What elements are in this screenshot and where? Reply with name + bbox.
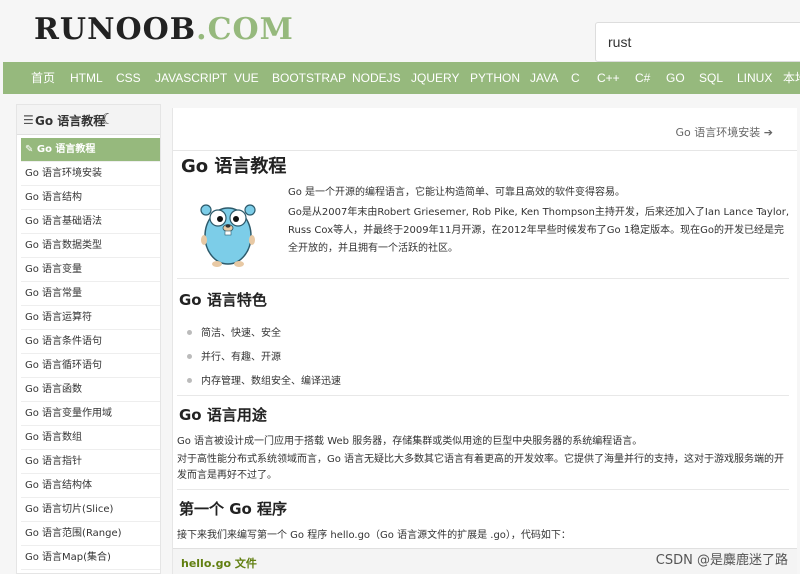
bullet-icon: [187, 329, 192, 335]
feature-text: 并行、有趣、开源: [201, 352, 281, 363]
prev-page-label: Go 语言环境安装: [675, 126, 761, 139]
nav-item-home[interactable]: 首页: [31, 62, 55, 94]
sidebar: ☰ Go 语言教程 ☾ ✎ Go 语言教程 Go 语言环境安装 Go 语言结构 …: [16, 104, 161, 574]
sidebar-item[interactable]: Go 语言切片(Slice): [21, 498, 160, 522]
nav-item-sql[interactable]: SQL: [699, 62, 723, 94]
sidebar-item[interactable]: Go 语言函数: [21, 378, 160, 402]
sidebar-item[interactable]: Go 语言数据类型: [21, 234, 160, 258]
divider: [177, 278, 789, 279]
sidebar-title: Go 语言教程: [35, 114, 106, 128]
nav-item-java[interactable]: JAVA: [530, 62, 558, 94]
first-program-paragraph: 接下来我们来编写第一个 Go 程序 hello.go（Go 语言源文件的扩展是 …: [177, 530, 571, 541]
feature-item: 内存管理、数组安全、编译迅速: [187, 372, 341, 387]
bullet-icon: [187, 353, 192, 359]
usage-paragraph: Go 语言被设计成一门应用于搭载 Web 服务器，存储集群或类似用途的巨型中央服…: [177, 436, 643, 447]
page-title: Go 语言教程: [181, 156, 287, 177]
nav-item-local[interactable]: 本地: [783, 62, 800, 94]
intro-paragraph: Go是从2007年末由Robert Griesemer, Rob Pike, K…: [288, 207, 790, 254]
nav-item-bootstrap[interactable]: BOOTSTRAP: [272, 62, 346, 94]
section-title-first-program: 第一个 Go 程序: [179, 500, 288, 518]
prev-page-link[interactable]: Go 语言环境安装 ➔: [676, 124, 773, 140]
divider: [173, 150, 797, 151]
section-title-features: Go 语言特色: [179, 291, 267, 309]
sidebar-item[interactable]: Go 语言变量: [21, 258, 160, 282]
nav-item-javascript[interactable]: JAVASCRIPT: [155, 62, 227, 94]
moon-icon[interactable]: ☾: [101, 110, 114, 128]
sidebar-item[interactable]: Go 语言指针: [21, 450, 160, 474]
sidebar-item[interactable]: Go 语言环境安装: [21, 162, 160, 186]
sidebar-item[interactable]: Go 语言变量作用域: [21, 402, 160, 426]
feature-item: 简洁、快速、安全: [187, 324, 281, 339]
nav-item-nodejs[interactable]: NODEJS: [352, 62, 401, 94]
sidebar-item[interactable]: Go 语言范围(Range): [21, 522, 160, 546]
sidebar-item[interactable]: Go 语言数组: [21, 426, 160, 450]
usage-paragraph: 对于高性能分布式系统领域而言，Go 语言无疑比大多数其它语言有着更高的开发效率。…: [177, 454, 785, 481]
feature-text: 内存管理、数组安全、编译迅速: [201, 376, 341, 387]
nav-item-html[interactable]: HTML: [70, 62, 103, 94]
nav-item-jquery[interactable]: JQUERY: [411, 62, 459, 94]
sidebar-item[interactable]: Go 语言结构体: [21, 474, 160, 498]
nav-item-css[interactable]: CSS: [116, 62, 141, 94]
nav-item-vue[interactable]: VUE: [234, 62, 259, 94]
divider: [177, 395, 789, 396]
main-content: Go 语言环境安装 ➔ Go 语言教程 Go 是一个开源的编程语言，它能让构造简…: [172, 108, 797, 574]
sidebar-item[interactable]: Go 语言常量: [21, 282, 160, 306]
section-title-usage: Go 语言用途: [179, 406, 267, 424]
bullet-icon: [187, 377, 192, 383]
site-logo[interactable]: RUNOOB.COM: [34, 12, 294, 47]
sidebar-item[interactable]: Go 语言循环语句: [21, 354, 160, 378]
code-file-name: hello.go 文件: [181, 557, 257, 570]
search-input[interactable]: rust: [595, 22, 800, 62]
divider: [177, 489, 789, 490]
gopher-mascot-image: [200, 204, 256, 267]
logo-text-main: RUNOOB: [34, 12, 197, 47]
sidebar-item[interactable]: Go 语言Map(集合): [21, 546, 160, 570]
site-header: RUNOOB.COM rust: [0, 0, 800, 62]
top-nav: 首页 HTML CSS JAVASCRIPT VUE BOOTSTRAP NOD…: [3, 62, 800, 94]
nav-item-csharp[interactable]: C#: [635, 62, 650, 94]
nav-item-go[interactable]: GO: [666, 62, 685, 94]
list-icon: ☰: [23, 113, 34, 127]
logo-text-domain: .COM: [196, 12, 294, 47]
nav-item-python[interactable]: PYTHON: [470, 62, 520, 94]
nav-item-linux[interactable]: LINUX: [737, 62, 772, 94]
sidebar-item[interactable]: Go 语言基础语法: [21, 210, 160, 234]
tag-icon: ✎: [25, 144, 34, 155]
sidebar-item[interactable]: Go 语言结构: [21, 186, 160, 210]
intro-paragraph: Go 是一个开源的编程语言，它能让构造简单、可靠且高效的软件变得容易。: [288, 187, 626, 198]
feature-item: 并行、有趣、开源: [187, 348, 281, 363]
arrow-right-icon: ➔: [763, 126, 773, 139]
watermark: CSDN @是麋鹿迷了路: [655, 553, 788, 568]
sidebar-header: ☰ Go 语言教程 ☾: [17, 105, 160, 135]
nav-item-c[interactable]: C: [571, 62, 580, 94]
nav-item-cpp[interactable]: C++: [597, 62, 620, 94]
sidebar-item-active[interactable]: ✎ Go 语言教程: [21, 138, 160, 162]
feature-text: 简洁、快速、安全: [201, 328, 281, 339]
sidebar-item[interactable]: Go 语言运算符: [21, 306, 160, 330]
sidebar-item[interactable]: Go 语言条件语句: [21, 330, 160, 354]
sidebar-item-label: Go 语言教程: [36, 144, 96, 155]
intro-text: Go 是一个开源的编程语言，它能让构造简单、可靠且高效的软件变得容易。 Go是从…: [288, 184, 793, 260]
